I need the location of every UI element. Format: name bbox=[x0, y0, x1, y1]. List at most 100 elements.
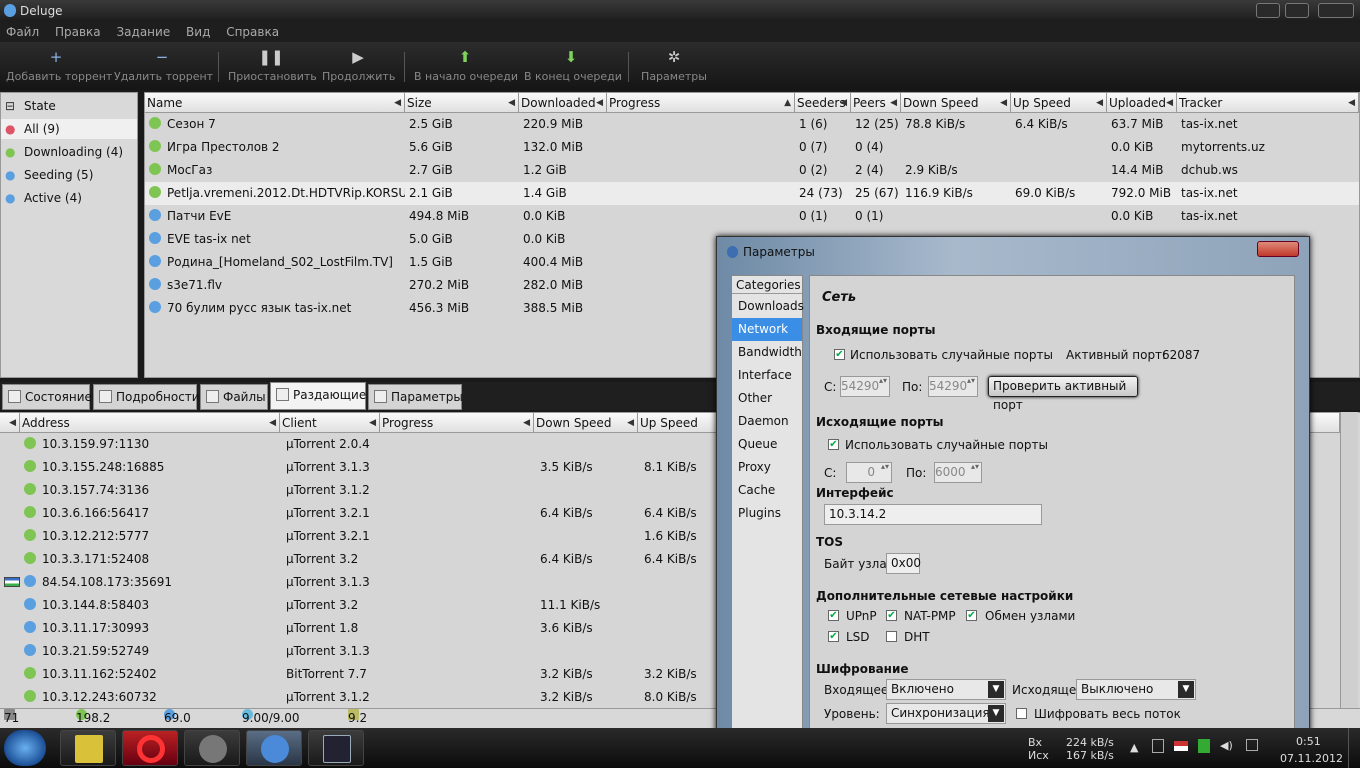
taskbar-app-1[interactable] bbox=[60, 730, 116, 766]
natpmp-checkbox[interactable]: ✔ bbox=[886, 610, 897, 621]
category-queue[interactable]: Queue bbox=[732, 433, 802, 456]
peer-column-header-client[interactable]: Client ◀ bbox=[280, 413, 380, 433]
peer-column-header-progress[interactable]: Progress ◀ bbox=[380, 413, 534, 433]
close-button[interactable] bbox=[1318, 3, 1354, 18]
deluge-logo-icon bbox=[727, 246, 738, 258]
column-header-size[interactable]: Size ◀ bbox=[405, 93, 519, 113]
encryption-incoming-select[interactable]: Включено ▼ bbox=[886, 679, 1006, 700]
clock-time[interactable]: 0:51 bbox=[1296, 735, 1321, 748]
peer-address-cell: 10.3.11.17:30993 bbox=[20, 617, 280, 640]
category-network[interactable]: Network bbox=[732, 318, 802, 341]
peer-list-scrollbar[interactable] bbox=[1340, 412, 1358, 708]
column-header-down[interactable]: Down Speed ◀ bbox=[901, 93, 1011, 113]
resume-button[interactable]: ▶ Продолжить bbox=[322, 44, 395, 88]
peer-column-header-down[interactable]: Down Speed ◀ bbox=[534, 413, 638, 433]
sidebar-item-seeding[interactable]: ● Seeding (5) bbox=[5, 165, 93, 185]
peer-address-cell: 84.54.108.173:35691 bbox=[20, 571, 280, 594]
torrent-row[interactable]: Игра Престолов 25.6 GiB132.0 MiBDownload… bbox=[145, 136, 1359, 159]
tab-options[interactable]: Параметры bbox=[368, 384, 463, 410]
dialog-close-button[interactable] bbox=[1257, 241, 1299, 257]
peer-exchange-checkbox[interactable]: ✔ bbox=[966, 610, 977, 621]
menu-file[interactable]: Файл bbox=[0, 22, 45, 39]
seeding-icon bbox=[149, 255, 161, 267]
sidebar-item-active[interactable]: ● Active (4) bbox=[5, 188, 82, 208]
torrent-row[interactable]: Патчи EvE494.8 MiB0.0 KiBSeeding0 (1)0 (… bbox=[145, 205, 1359, 228]
column-header-uploaded[interactable]: Uploaded ◀ bbox=[1107, 93, 1177, 113]
menu-view[interactable]: Вид bbox=[180, 22, 216, 39]
taskbar-app-3[interactable] bbox=[184, 730, 240, 766]
queue-bottom-button[interactable]: ⬇ В конец очереди bbox=[524, 44, 622, 88]
tray-media-icon[interactable] bbox=[1152, 739, 1164, 753]
show-desktop-button[interactable] bbox=[1348, 728, 1360, 768]
encrypt-entire-stream-checkbox[interactable]: ✔ bbox=[1016, 708, 1027, 719]
peer-address: 10.3.144.8:58403 bbox=[42, 598, 150, 612]
pause-button[interactable]: ❚❚ Приостановить bbox=[228, 44, 317, 88]
peer-client-cell: µTorrent 3.1.3 bbox=[286, 644, 370, 658]
outgoing-random-ports-checkbox[interactable]: ✔ bbox=[828, 439, 839, 450]
category-other[interactable]: Other bbox=[732, 387, 802, 410]
column-header-name[interactable]: Name ◀ bbox=[145, 93, 405, 113]
peer-column-header-address[interactable]: Address ◀ bbox=[20, 413, 280, 433]
encryption-outgoing-select[interactable]: Выключено ▼ bbox=[1076, 679, 1196, 700]
category-interface[interactable]: Interface bbox=[732, 364, 802, 387]
lsd-checkbox[interactable]: ✔ bbox=[828, 631, 839, 642]
encryption-level-select[interactable]: Синхронизация ▼ bbox=[886, 703, 1006, 724]
tray-expand-icon[interactable]: ▲ bbox=[1130, 741, 1138, 754]
column-header-seeders[interactable]: Seeders ◀ bbox=[795, 93, 851, 113]
tray-display-icon[interactable] bbox=[1246, 739, 1258, 751]
add-torrent-button[interactable]: + Добавить торрент bbox=[6, 44, 112, 88]
sidebar-item-downloading[interactable]: ● Downloading (4) bbox=[5, 142, 123, 162]
maximize-button[interactable] bbox=[1285, 3, 1309, 18]
sort-arrow-icon: ◀ bbox=[840, 98, 847, 108]
column-header-flag[interactable]: ◀ bbox=[0, 413, 20, 433]
sidebar-item-all[interactable]: ● All (9) bbox=[1, 119, 137, 139]
menu-torrent[interactable]: Задание bbox=[110, 22, 176, 39]
tray-language-flag-icon[interactable] bbox=[1174, 741, 1188, 751]
column-header-tracker[interactable]: Tracker ◀ bbox=[1177, 93, 1359, 113]
tab-status[interactable]: Состояние bbox=[2, 384, 92, 410]
incoming-from-spinner[interactable]: 54290 bbox=[840, 376, 890, 397]
tray-network-icon[interactable] bbox=[1198, 739, 1210, 753]
preferences-button[interactable]: ✲ Параметры bbox=[640, 44, 708, 88]
outgoing-to-spinner[interactable]: 6000 bbox=[934, 462, 982, 483]
category-daemon[interactable]: Daemon bbox=[732, 410, 802, 433]
dht-checkbox[interactable]: ✔ bbox=[886, 631, 897, 642]
torrent-name: Патчи EvE bbox=[167, 209, 232, 223]
upnp-checkbox[interactable]: ✔ bbox=[828, 610, 839, 621]
tab-details[interactable]: Подробности bbox=[93, 384, 200, 410]
column-header-downloaded[interactable]: Downloaded ◀ bbox=[519, 93, 607, 113]
taskbar-deluge[interactable] bbox=[246, 730, 302, 766]
menu-help[interactable]: Справка bbox=[220, 22, 285, 39]
incoming-to-spinner[interactable]: 54290 bbox=[928, 376, 978, 397]
category-proxy[interactable]: Proxy bbox=[732, 456, 802, 479]
start-button[interactable] bbox=[4, 730, 46, 766]
test-active-port-button[interactable]: Проверить активный порт bbox=[988, 376, 1138, 412]
category-plugins[interactable]: Plugins bbox=[732, 502, 802, 525]
torrent-row[interactable]: Сезон 72.5 GiB220.9 MiBDownloading 8.32%… bbox=[145, 113, 1359, 136]
category-bandwidth[interactable]: Bandwidth bbox=[732, 341, 802, 364]
interface-input[interactable]: 10.3.14.2 bbox=[824, 504, 1042, 525]
menu-edit[interactable]: Правка bbox=[49, 22, 107, 39]
peer-address-cell: 10.3.157.74:3136 bbox=[20, 479, 280, 502]
tab-files[interactable]: Файлы bbox=[200, 384, 268, 410]
column-header-peers[interactable]: Peers ◀ bbox=[851, 93, 901, 113]
column-header-progress[interactable]: Progress ▲ bbox=[607, 93, 795, 113]
remove-torrent-button[interactable]: − Удалить торрент bbox=[114, 44, 213, 88]
torrent-row[interactable]: Petlja.vremeni.2012.Dt.HDTVRip.KORSUB.21… bbox=[145, 182, 1359, 205]
queue-top-button[interactable]: ⬆ В начало очереди bbox=[414, 44, 518, 88]
sidebar-header-state[interactable]: ⊟ State bbox=[5, 96, 56, 116]
minimize-button[interactable] bbox=[1256, 3, 1280, 18]
outgoing-from-spinner[interactable]: 0 bbox=[846, 462, 892, 483]
clock-date[interactable]: 07.11.2012 bbox=[1280, 752, 1343, 765]
taskbar-opera[interactable] bbox=[122, 730, 178, 766]
incoming-random-ports-checkbox[interactable]: ✔ bbox=[834, 349, 845, 360]
torrent-row[interactable]: МосГаз2.7 GiB1.2 GiBDownloading 37.15%0 … bbox=[145, 159, 1359, 182]
column-header-up[interactable]: Up Speed ◀ bbox=[1011, 93, 1107, 113]
taskbar-eve[interactable] bbox=[308, 730, 364, 766]
peer-tos-label: Байт узла: bbox=[824, 557, 891, 571]
category-cache[interactable]: Cache bbox=[732, 479, 802, 502]
tray-volume-icon[interactable]: ◀) bbox=[1220, 739, 1233, 752]
category-downloads[interactable]: Downloads bbox=[732, 295, 804, 318]
peer-tos-input[interactable]: 0x00 bbox=[886, 553, 921, 574]
tab-peers[interactable]: Раздающие bbox=[270, 382, 366, 410]
